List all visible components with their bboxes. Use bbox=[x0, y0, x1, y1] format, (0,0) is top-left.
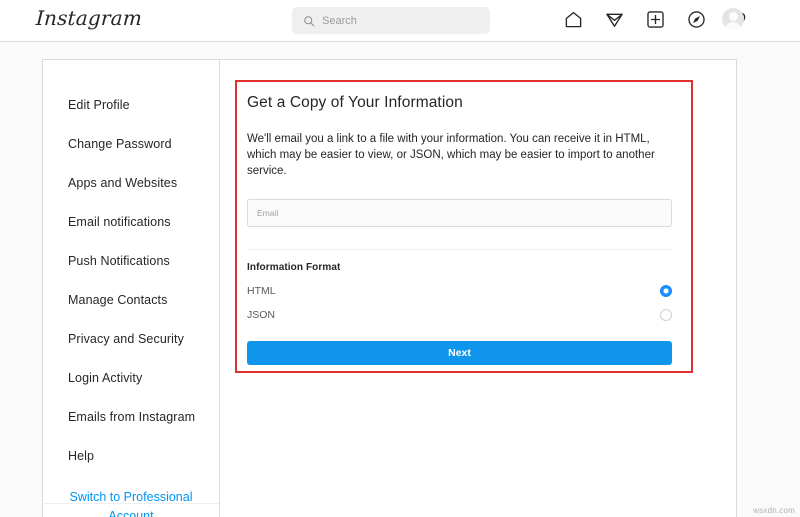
search-placeholder: Search bbox=[322, 15, 357, 27]
sidebar-item-manage-contacts[interactable]: Manage Contacts bbox=[43, 281, 219, 320]
format-option-json-label: JSON bbox=[247, 309, 275, 321]
page-body: Edit Profile Change Password Apps and We… bbox=[0, 43, 800, 517]
instagram-logo[interactable]: Instagram bbox=[35, 6, 142, 30]
sidebar-item-email-notifications[interactable]: Email notifications bbox=[43, 203, 219, 242]
page-description: We'll email you a link to a file with yo… bbox=[247, 131, 671, 179]
search-icon bbox=[303, 15, 315, 27]
sidebar-item-apps-and-websites[interactable]: Apps and Websites bbox=[43, 164, 219, 203]
home-icon[interactable] bbox=[562, 8, 584, 30]
explore-compass-icon[interactable] bbox=[685, 8, 707, 30]
format-option-json[interactable]: JSON bbox=[247, 309, 672, 321]
next-button[interactable]: Next bbox=[247, 341, 672, 365]
information-form: Get a Copy of Your Information We'll ema… bbox=[247, 94, 681, 365]
email-placeholder: Email bbox=[257, 208, 278, 218]
avatar-body bbox=[725, 22, 741, 30]
sidebar-item-push-notifications[interactable]: Push Notifications bbox=[43, 242, 219, 281]
form-divider bbox=[247, 249, 672, 250]
nav-icon-group bbox=[562, 8, 748, 30]
sidebar-item-help[interactable]: Help bbox=[43, 437, 219, 476]
highlight-annotation-box: Get a Copy of Your Information We'll ema… bbox=[235, 80, 693, 373]
avatar-head bbox=[729, 12, 738, 21]
sidebar-item-login-activity[interactable]: Login Activity bbox=[43, 359, 219, 398]
radio-html[interactable] bbox=[660, 285, 672, 297]
sidebar-item-emails-from-instagram[interactable]: Emails from Instagram bbox=[43, 398, 219, 437]
information-format-label: Information Format bbox=[247, 262, 681, 273]
settings-card: Edit Profile Change Password Apps and We… bbox=[42, 59, 737, 517]
sidebar-item-edit-profile[interactable]: Edit Profile bbox=[43, 86, 219, 125]
radio-json[interactable] bbox=[660, 309, 672, 321]
search-input[interactable]: Search bbox=[292, 7, 490, 34]
new-post-icon[interactable] bbox=[644, 8, 666, 30]
sidebar-item-change-password[interactable]: Change Password bbox=[43, 125, 219, 164]
sidebar-divider bbox=[43, 503, 219, 504]
settings-sidebar: Edit Profile Change Password Apps and We… bbox=[43, 60, 220, 517]
direct-message-icon[interactable] bbox=[603, 8, 625, 30]
sidebar-item-privacy-and-security[interactable]: Privacy and Security bbox=[43, 320, 219, 359]
top-navigation-bar: Instagram Search bbox=[0, 0, 800, 42]
page-title: Get a Copy of Your Information bbox=[247, 94, 681, 112]
profile-avatar[interactable] bbox=[722, 8, 744, 30]
email-field[interactable]: Email bbox=[247, 199, 672, 227]
format-option-html[interactable]: HTML bbox=[247, 285, 672, 297]
format-option-html-label: HTML bbox=[247, 285, 276, 297]
settings-main-content: Get a Copy of Your Information We'll ema… bbox=[220, 60, 736, 517]
watermark: wsxdn.com bbox=[753, 506, 795, 515]
